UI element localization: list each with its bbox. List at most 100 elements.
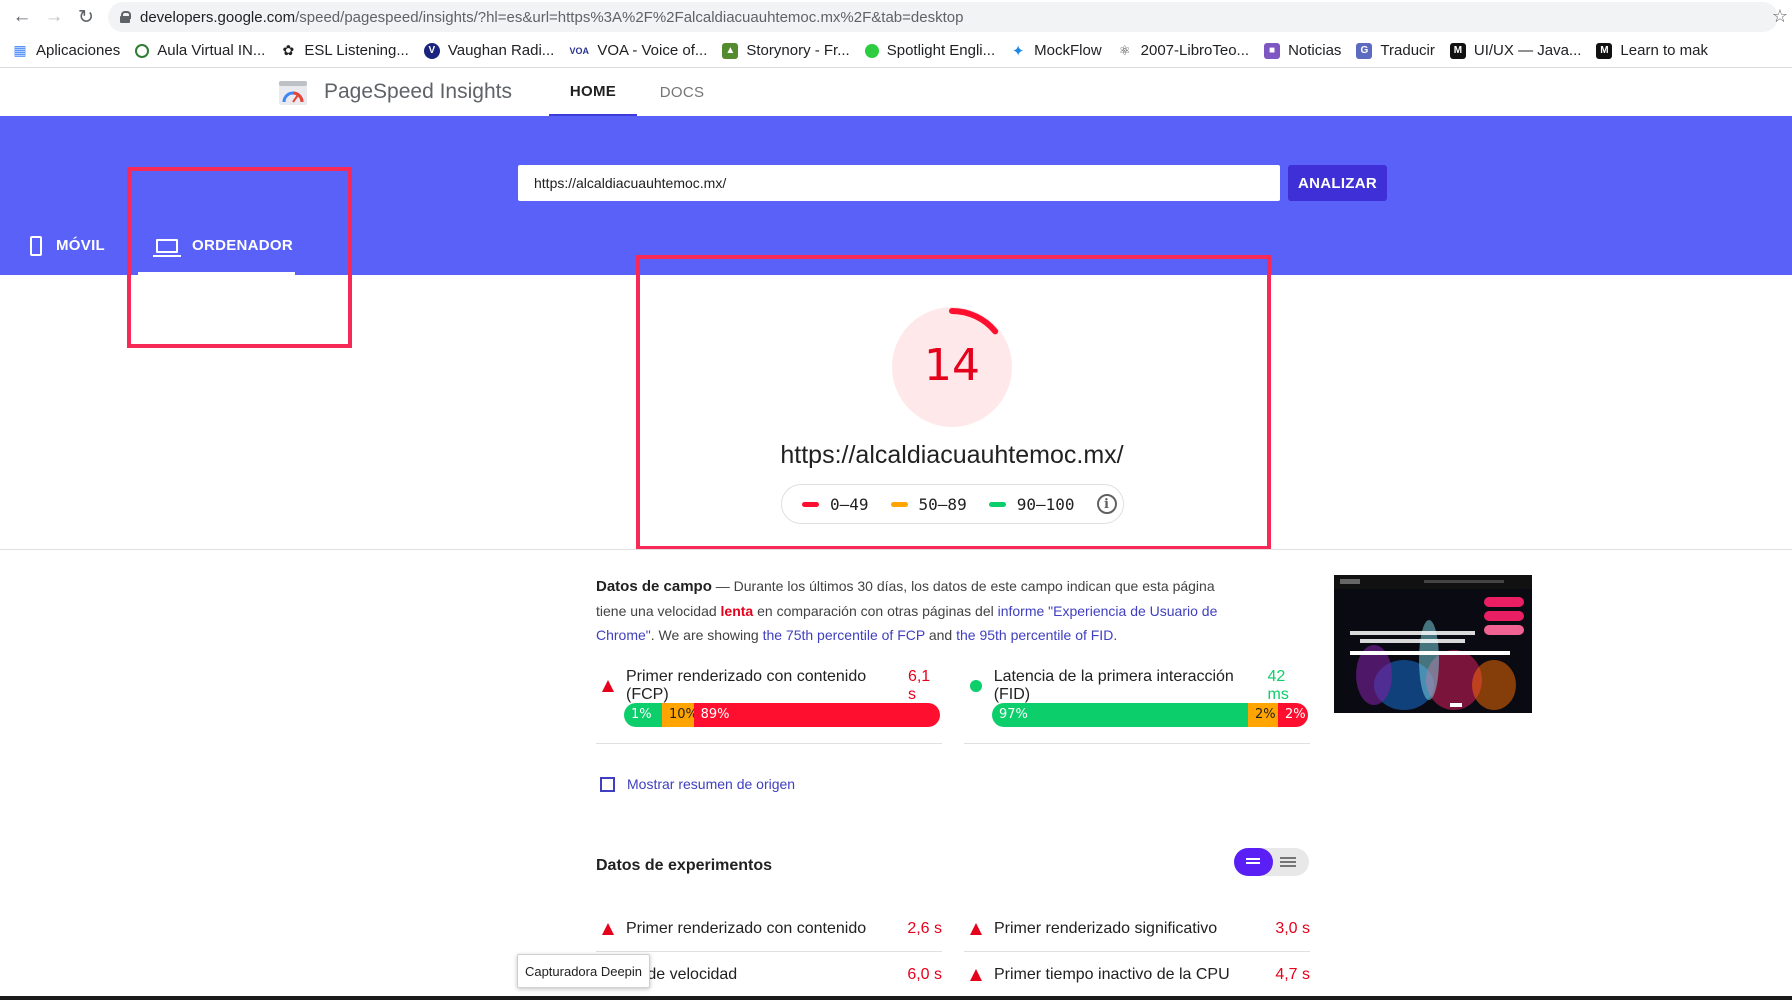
analyzed-url: https://alcaldiacuauhtemoc.mx/	[780, 441, 1124, 469]
medium-icon: M	[1596, 42, 1613, 59]
bookmark-mockflow[interactable]: ✦ MockFlow	[1010, 42, 1102, 60]
bookmark-label: Traducir	[1380, 42, 1435, 59]
tab-docs[interactable]: DOCS	[642, 68, 722, 116]
score-legend: 0–49 50–89 90–100 i	[781, 484, 1124, 524]
bookmark-label: Storynory - Fr...	[746, 42, 850, 59]
pagespeed-logo-icon	[279, 81, 307, 105]
bookmark-storynory[interactable]: ▲ Storynory - Fr...	[722, 42, 850, 59]
forward-icon[interactable]: →	[38, 0, 70, 34]
metric-header: Primer renderizado con contenido (FCP) 6…	[596, 668, 942, 704]
field-showing: . We are showing	[650, 627, 763, 643]
back-icon[interactable]: ←	[6, 0, 38, 34]
bookmark-label: MockFlow	[1034, 42, 1102, 59]
metric-distribution-bar: 1% 10% 89%	[624, 703, 940, 727]
legend-fail: 0–49	[802, 495, 869, 514]
bookmark-label: Vaughan Radi...	[447, 42, 555, 59]
bookmark-label: Aplicaciones	[36, 42, 121, 59]
lab-metric-row: Primer renderizado con contenido 2,6 s	[596, 907, 942, 952]
lab-metric-label: Primer renderizado significativo	[994, 920, 1218, 937]
paw-icon: ✿	[282, 42, 295, 58]
tab-label: MÓVIL	[56, 237, 105, 254]
fail-triangle-icon	[602, 923, 614, 935]
fail-triangle-icon	[602, 680, 614, 692]
news-icon: ■	[1264, 42, 1281, 59]
info-icon[interactable]: i	[1096, 494, 1117, 514]
metric-fid: Latencia de la primera interacción (FID)…	[964, 662, 1310, 744]
address-bar[interactable]: developers.google.com/speed/pagespeed/in…	[108, 2, 1778, 32]
origin-summary-label: Mostrar resumen de origen	[627, 776, 796, 792]
browser-toolbar: ← → ↻ developers.google.com/speed/pagesp…	[0, 0, 1792, 34]
screenshot-tool-tooltip: Capturadora Deepin	[517, 954, 650, 988]
legend-label: 50–89	[918, 494, 967, 514]
origin-summary-toggle[interactable]: Mostrar resumen de origen	[600, 776, 795, 792]
fcp-percentile-link[interactable]: the 75th percentile of FCP	[763, 627, 925, 643]
bookmark-aula-virtual[interactable]: Aula Virtual IN...	[135, 42, 265, 59]
metric-label: Primer renderizado con contenido (FCP)	[626, 668, 867, 703]
list-view-icon[interactable]	[1234, 848, 1273, 876]
legend-swatch	[890, 501, 908, 507]
legend-swatch	[988, 501, 1006, 507]
bookmark-libroteo[interactable]: ⚛ 2007-LibroTeo...	[1117, 42, 1249, 59]
site-header: PageSpeed Insights HOME DOCS	[0, 68, 1792, 116]
bookmark-spotlight[interactable]: Spotlight Engli...	[864, 42, 995, 59]
tab-home[interactable]: HOME	[549, 68, 637, 116]
lock-icon	[120, 11, 131, 23]
bookmark-learn[interactable]: M Learn to mak	[1596, 42, 1708, 59]
spotlight-icon	[864, 43, 879, 58]
bookmark-label: Learn to mak	[1620, 42, 1708, 59]
metric-fcp: Primer renderizado con contenido (FCP) 6…	[596, 662, 942, 744]
bookmark-apps[interactable]: ▦ Aplicaciones	[12, 42, 120, 59]
performance-score: 14	[924, 340, 980, 391]
lab-data-title: Datos de experimentos	[596, 857, 773, 874]
tab-desktop[interactable]: ORDENADOR	[153, 216, 294, 275]
field-end: .	[1113, 627, 1118, 643]
fail-triangle-icon	[970, 923, 982, 935]
metric-distribution-bar: 97% 2% 2%	[992, 703, 1308, 727]
bookmark-traducir[interactable]: G Traducir	[1356, 42, 1435, 59]
metric-header: Latencia de la primera interacción (FID)…	[964, 668, 1310, 704]
speed-verdict: lenta	[720, 603, 754, 619]
bookmark-uiux[interactable]: M UI/UX — Java...	[1449, 42, 1581, 59]
reload-icon[interactable]: ↻	[70, 0, 102, 34]
lab-metric-value: 6,0 s	[907, 965, 942, 983]
view-toggle[interactable]	[1234, 848, 1309, 876]
bookmark-vaughan[interactable]: V Vaughan Radi...	[423, 42, 555, 59]
bookmarks-bar: ▦ Aplicaciones Aula Virtual IN... ✿ ESL …	[0, 34, 1792, 68]
tab-label: ORDENADOR	[192, 237, 294, 254]
legend-label: 90–100	[1016, 494, 1075, 514]
distribution-average: 10%	[662, 703, 694, 727]
bookmark-label: Aula Virtual IN...	[157, 42, 266, 59]
checkbox-icon[interactable]	[600, 776, 615, 792]
fid-percentile-link[interactable]: the 95th percentile of FID	[956, 627, 1113, 643]
phone-icon	[30, 235, 42, 256]
field-mid: en comparación con otras páginas del	[753, 603, 998, 619]
field-data-description: Datos de campo — Durante los últimos 30 …	[596, 574, 1236, 647]
bookmark-esl-listening[interactable]: ✿ ESL Listening...	[280, 42, 409, 59]
bookmark-label: ESL Listening...	[304, 42, 409, 59]
taskbar-edge	[0, 996, 1792, 1000]
lab-metric-label: Primer tiempo inactivo de la CPU	[994, 965, 1230, 983]
thumbnail-image	[1334, 575, 1532, 713]
moodle-icon	[135, 43, 150, 58]
distribution-slow: 2%	[1278, 703, 1308, 727]
lab-metric-row: Primer tiempo inactivo de la CPU 4,7 s	[964, 952, 1310, 997]
analyze-button[interactable]: ANALIZAR	[1288, 165, 1387, 201]
field-and: and	[924, 627, 957, 643]
bookmark-star-icon[interactable]: ☆	[1772, 6, 1788, 27]
tab-label: HOME	[569, 82, 617, 100]
bookmark-noticias[interactable]: ■ Noticias	[1264, 42, 1341, 59]
translate-icon: G	[1356, 42, 1373, 59]
bookmark-voa[interactable]: VOA VOA - Voice of...	[569, 42, 708, 59]
voa-icon: VOA	[569, 45, 590, 56]
metric-label: Latencia de la primera interacción (FID)	[993, 668, 1234, 703]
search-band: ANALIZAR MÓVIL ORDENADOR	[0, 116, 1792, 275]
app-title: PageSpeed Insights	[324, 80, 512, 103]
tab-mobile[interactable]: MÓVIL	[30, 216, 105, 275]
vaughan-icon: V	[423, 42, 440, 59]
bookmark-label: VOA - Voice of...	[597, 42, 708, 59]
url-input[interactable]	[518, 165, 1280, 201]
section-divider	[0, 549, 1792, 550]
lab-metric-value: 3,0 s	[1275, 920, 1310, 937]
storynory-icon: ▲	[722, 42, 739, 59]
metric-value: 42 ms	[1267, 668, 1289, 703]
